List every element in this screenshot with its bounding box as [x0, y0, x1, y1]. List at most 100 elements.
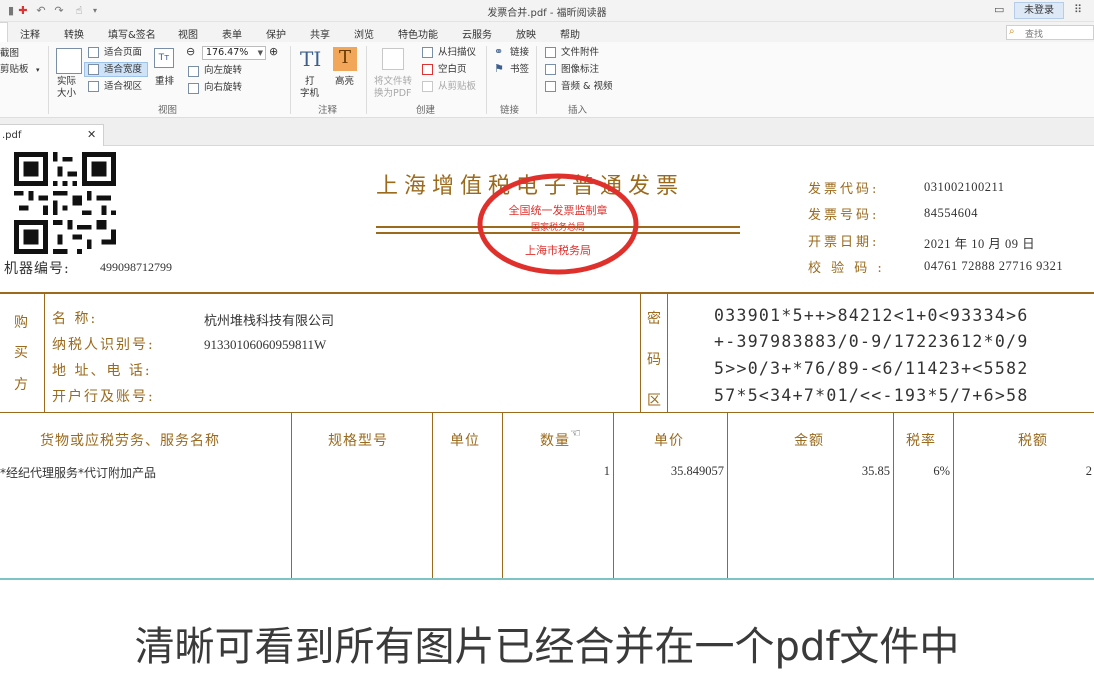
column-header-qty: 数量: [540, 433, 570, 449]
fit-page-icon: [88, 47, 99, 58]
search-input[interactable]: ⌕ 查找: [1006, 25, 1094, 40]
column-border: [291, 412, 292, 578]
row-amount: 35.85: [861, 464, 890, 478]
zoom-value: 176.47%: [206, 47, 249, 58]
buyer-taxid-label: 纳税人识别号:: [52, 337, 155, 353]
group-label-create: 创建: [416, 105, 436, 116]
zoom-input[interactable]: 176.47% ▼: [202, 46, 266, 60]
audio-video-button[interactable]: 音频 & 视频: [561, 81, 612, 93]
rotate-right-button[interactable]: 向右旋转: [204, 82, 242, 94]
cipher-line: 5>>0/3+*76/89-<6/11423+<5582: [714, 359, 1029, 378]
tab-convert[interactable]: 转换: [64, 26, 84, 41]
group-separator: [486, 46, 487, 114]
fit-page-button[interactable]: 适合页面: [104, 47, 142, 59]
blank-page-icon: [422, 64, 433, 75]
caption-bar: 清晰可看到所有图片已经合并在一个pdf文件中: [0, 578, 1094, 684]
link-icon: ⚭: [494, 45, 504, 58]
grid-menu-icon[interactable]: ⠿: [1074, 3, 1082, 16]
column-border: [727, 412, 728, 578]
zoom-out-icon[interactable]: ⊖: [186, 46, 195, 58]
fit-width-icon: [88, 64, 99, 75]
seal-bottom-text: 上海市税务局: [525, 243, 591, 257]
cipher-side-label: 码: [647, 352, 661, 368]
buyer-name-value: 杭州堆栈科技有限公司: [204, 314, 335, 329]
fit-visible-button[interactable]: 适合视区: [104, 81, 142, 93]
typewriter-label-1[interactable]: 打: [305, 76, 315, 88]
cipher-line: 033901*5++>84212<1+0<93334>6: [714, 306, 1029, 325]
image-annotation-button[interactable]: 图像标注: [561, 64, 599, 76]
tab-features[interactable]: 特色功能: [398, 26, 438, 41]
invoice-code-value: 031002100211: [924, 180, 1005, 194]
zoom-in-icon[interactable]: ⊕: [269, 46, 278, 58]
from-scanner-button[interactable]: 从扫描仪: [438, 47, 476, 59]
image-annotation-icon: [545, 64, 556, 75]
link-button[interactable]: 链接: [510, 47, 529, 59]
typewriter-icon[interactable]: TI: [300, 47, 321, 71]
typewriter-label-2[interactable]: 字机: [300, 88, 319, 100]
group-label-comment: 注释: [318, 105, 338, 116]
zoom-dropdown-icon[interactable]: ▼: [258, 47, 263, 59]
clipboard-dropdown-icon[interactable]: ▾: [36, 64, 40, 76]
buyer-name-label: 名 称:: [52, 311, 98, 327]
tab-fill-sign[interactable]: 填写&签名: [108, 26, 156, 41]
tab-help[interactable]: 帮助: [560, 26, 580, 41]
document-tab[interactable]: .pdf ✕: [0, 124, 104, 146]
bookmark-button[interactable]: 书签: [510, 64, 529, 76]
tab-browse[interactable]: 浏览: [354, 26, 374, 41]
file-attachment-button[interactable]: 文件附件: [561, 47, 599, 59]
ribbon-toolbar: 截图 剪贴板 ▾ 实际 大小 适合页面 适合宽度 适合视区 Tт 重排 ⊖ 17…: [0, 42, 1094, 118]
actual-size-label-1[interactable]: 实际: [57, 76, 76, 88]
from-clipboard-button[interactable]: 从剪贴板: [438, 81, 476, 93]
cipher-side-label: 密: [647, 311, 661, 327]
tab-view[interactable]: 视图: [178, 26, 198, 41]
screenshot-button[interactable]: 截图: [0, 48, 19, 60]
invoice-table-top-border: [0, 292, 1094, 294]
convert-to-pdf-label-1[interactable]: 将文件转: [374, 76, 412, 88]
reflow-icon[interactable]: Tт: [154, 48, 174, 68]
hand-cursor-icon: ☜: [570, 426, 581, 440]
actual-size-label-2[interactable]: 大小: [57, 88, 76, 100]
check-code-value: 04761 72888 27716 9321: [924, 259, 1064, 273]
fit-width-button[interactable]: 适合宽度: [104, 64, 142, 76]
rotate-left-button[interactable]: 向左旋转: [204, 65, 242, 77]
restore-icon[interactable]: ▭: [994, 3, 1004, 16]
blank-page-button[interactable]: 空白页: [438, 64, 467, 76]
highlight-button[interactable]: 高亮: [335, 76, 354, 88]
tab-form[interactable]: 表单: [222, 26, 242, 41]
column-border: [502, 412, 503, 578]
tab-share[interactable]: 共享: [310, 26, 330, 41]
row-tax-rate: 6%: [933, 464, 950, 478]
convert-to-pdf-icon[interactable]: [382, 48, 404, 70]
row-item-name: *经纪代理服务*代订附加产品: [0, 466, 157, 480]
reflow-button[interactable]: 重排: [155, 76, 174, 88]
foxit-reader-window: ▮ ✚ ↶ ↷ ☝ ▾ 发票合并.pdf - 福昕阅读器 ▭ 未登录 ⠿ 注释 …: [0, 0, 1094, 684]
group-label-link: 链接: [500, 105, 520, 116]
invoice-date-label: 开票日期:: [808, 235, 880, 250]
search-placeholder: 查找: [1025, 30, 1044, 40]
audio-video-icon: [545, 81, 556, 92]
qr-code-icon: [14, 152, 116, 254]
buyer-side-label: 方: [14, 377, 28, 393]
check-code-label: 校 验 码 :: [808, 261, 885, 276]
row-unit-price: 35.849057: [670, 464, 724, 478]
tab-protect[interactable]: 保护: [266, 26, 286, 41]
tab-home[interactable]: [0, 22, 8, 42]
convert-to-pdf-label-2[interactable]: 换为PDF: [374, 88, 412, 100]
seal-top-text: 全国统一发票监制章: [509, 203, 608, 217]
tab-cloud[interactable]: 云服务: [462, 26, 492, 41]
highlight-icon[interactable]: T: [333, 47, 357, 71]
group-label-view: 视图: [158, 105, 178, 116]
column-header-tax: 税额: [1018, 433, 1048, 449]
group-separator: [366, 46, 367, 114]
clipboard-button[interactable]: 剪贴板: [0, 64, 29, 76]
account-button[interactable]: 未登录: [1014, 2, 1064, 19]
row-tax-amount: 2: [1085, 464, 1092, 478]
close-icon[interactable]: ✕: [87, 128, 96, 141]
buyer-column-border: [44, 292, 45, 412]
tab-comment[interactable]: 注释: [20, 26, 40, 41]
cipher-line: 57*5<34+7*01/<<-193*5/7+6>58: [714, 386, 1029, 405]
actual-size-icon[interactable]: [56, 48, 82, 74]
column-border: [893, 412, 894, 578]
from-clipboard-icon: [422, 81, 433, 92]
tab-slideshow[interactable]: 放映: [516, 26, 536, 41]
